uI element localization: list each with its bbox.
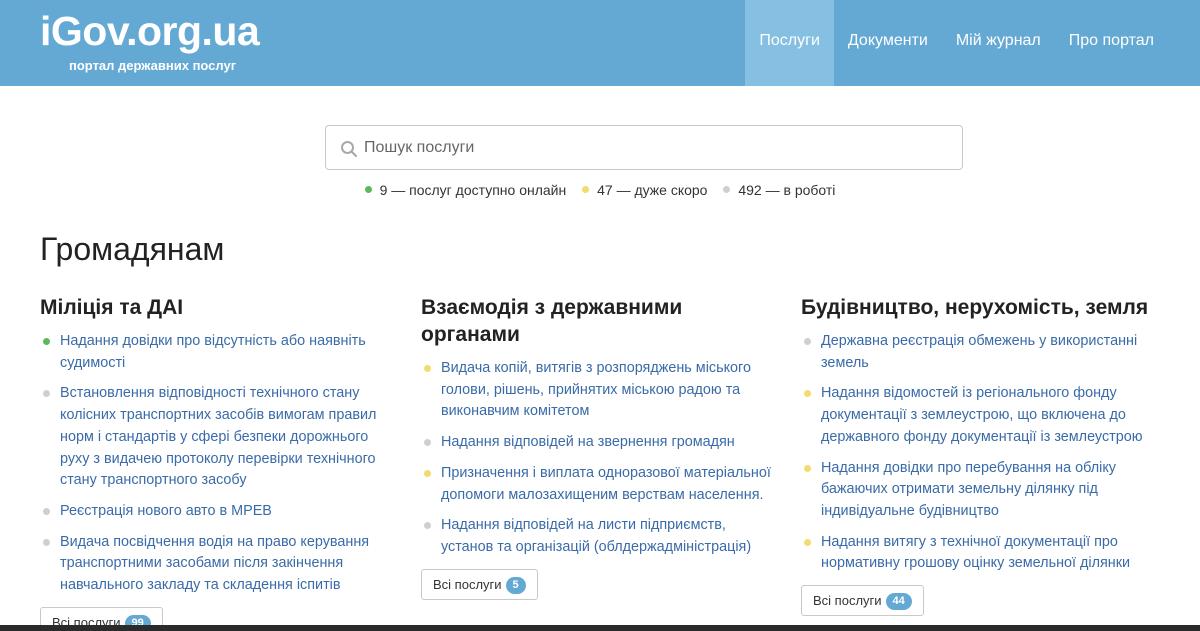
- service-label: Надання довідки про перебування на облік…: [821, 459, 1116, 519]
- status-dot: [424, 522, 431, 530]
- service-link[interactable]: Надання витягу з технічної документації …: [801, 532, 1161, 575]
- status-dot: [424, 439, 431, 447]
- all-services-button[interactable]: Всі послуги 44: [801, 585, 924, 617]
- all-services-label: Всі послуги: [433, 576, 502, 592]
- stat-soon-text: 47 — дуже скоро: [597, 182, 708, 198]
- stat-online: 9 — послуг доступно онлайн: [364, 182, 567, 198]
- service-link[interactable]: Державна реєстрація обмежень у використа…: [801, 331, 1161, 374]
- count-badge: 5: [505, 576, 526, 594]
- header-bar: iGov.org.ua портал державних послуг Посл…: [0, 0, 1200, 86]
- service-label: Встановлення відповідності технічного ст…: [60, 385, 377, 489]
- service-link[interactable]: Реєстрація нового авто в МРЕВ: [40, 501, 400, 523]
- service-stats: 9 — послуг доступно онлайн 47 — дуже ско…: [0, 182, 1200, 198]
- service-link[interactable]: Надання довідки про відсутність або наяв…: [40, 331, 400, 374]
- status-dot: [43, 390, 50, 398]
- all-services-button[interactable]: Всі послуги 5: [421, 568, 538, 600]
- search-box: [325, 125, 963, 170]
- nav-item-documents[interactable]: Документи: [834, 0, 942, 86]
- status-dot: [804, 338, 811, 345]
- service-label: Надання витягу з технічної документації …: [821, 533, 1131, 572]
- service-label: Видача посвідчення водія на право керува…: [60, 533, 370, 594]
- service-link[interactable]: Призначення і виплата одноразової матері…: [421, 463, 781, 506]
- status-dot: [804, 390, 811, 398]
- service-label: Видача копій, витягів з розпоряджень міс…: [441, 360, 751, 420]
- section-title: Громадянам: [40, 231, 225, 267]
- nav-item-about[interactable]: Про портал: [1055, 0, 1168, 86]
- nav-item-services[interactable]: Послуги: [745, 0, 834, 86]
- bottom-edge: [0, 625, 1200, 631]
- search-input[interactable]: [364, 126, 944, 169]
- service-label: Державна реєстрація обмежень у використа…: [821, 333, 1138, 371]
- stat-in-progress-text: 492 — в роботі: [738, 182, 836, 198]
- stat-soon: 47 — дуже скоро: [582, 182, 707, 198]
- category-police: Міліція та ДАІ Надання довідки про відсу…: [40, 294, 400, 631]
- category-construction: Будівництво, нерухомість, земля Державна…: [801, 294, 1161, 617]
- all-services-label: Всі послуги: [813, 593, 882, 609]
- service-link[interactable]: Надання відповідей на звернення громадян: [421, 432, 781, 454]
- category-government: Взаємодія з державними органами Видача к…: [421, 294, 781, 600]
- service-link[interactable]: Надання довідки про перебування на облік…: [801, 458, 1161, 523]
- service-label: Надання відповідей на листи підприємств,…: [441, 517, 752, 555]
- service-link[interactable]: Встановлення відповідності технічного ст…: [40, 383, 400, 492]
- nav-item-my-journal[interactable]: Мій журнал: [942, 0, 1055, 86]
- status-dot: [804, 538, 811, 546]
- service-link[interactable]: Надання відомостей із регіонального фонд…: [801, 383, 1161, 448]
- service-label: Реєстрація нового авто в МРЕВ: [60, 502, 272, 519]
- stat-online-text: 9 — послуг доступно онлайн: [379, 182, 567, 198]
- site-logo[interactable]: iGov.org.ua: [40, 6, 260, 56]
- status-dot-green: [364, 186, 372, 193]
- status-dot: [43, 507, 50, 515]
- count-badge: 44: [885, 593, 912, 611]
- status-dot-yellow: [582, 186, 590, 193]
- status-dot: [424, 365, 431, 372]
- category-title: Міліція та ДАІ: [40, 296, 184, 319]
- status-dot: [43, 538, 50, 546]
- service-label: Надання довідки про відсутність або наяв…: [60, 333, 366, 371]
- service-label: Надання відповідей на звернення громадян: [441, 434, 735, 451]
- status-dot: [804, 464, 811, 472]
- stat-in-progress: 492 — в роботі: [723, 182, 835, 198]
- site-tagline: портал державних послуг: [69, 58, 237, 73]
- status-dot-grey: [723, 186, 731, 193]
- service-link[interactable]: Видача посвідчення водія на право керува…: [40, 532, 400, 597]
- search-icon: [341, 141, 357, 157]
- service-label: Призначення і виплата одноразової матері…: [441, 464, 771, 503]
- status-dot: [43, 338, 50, 345]
- service-link[interactable]: Надання відповідей на листи підприємств,…: [421, 515, 781, 558]
- service-label: Надання відомостей із регіонального фонд…: [821, 385, 1143, 445]
- status-dot: [424, 469, 431, 477]
- main-nav: Послуги Документи Мій журнал Про портал: [745, 0, 1168, 86]
- service-link[interactable]: Видача копій, витягів з розпоряджень міс…: [421, 358, 781, 423]
- category-title: Будівництво, нерухомість, земля: [801, 296, 1149, 319]
- category-title: Взаємодія з державними органами: [421, 296, 683, 346]
